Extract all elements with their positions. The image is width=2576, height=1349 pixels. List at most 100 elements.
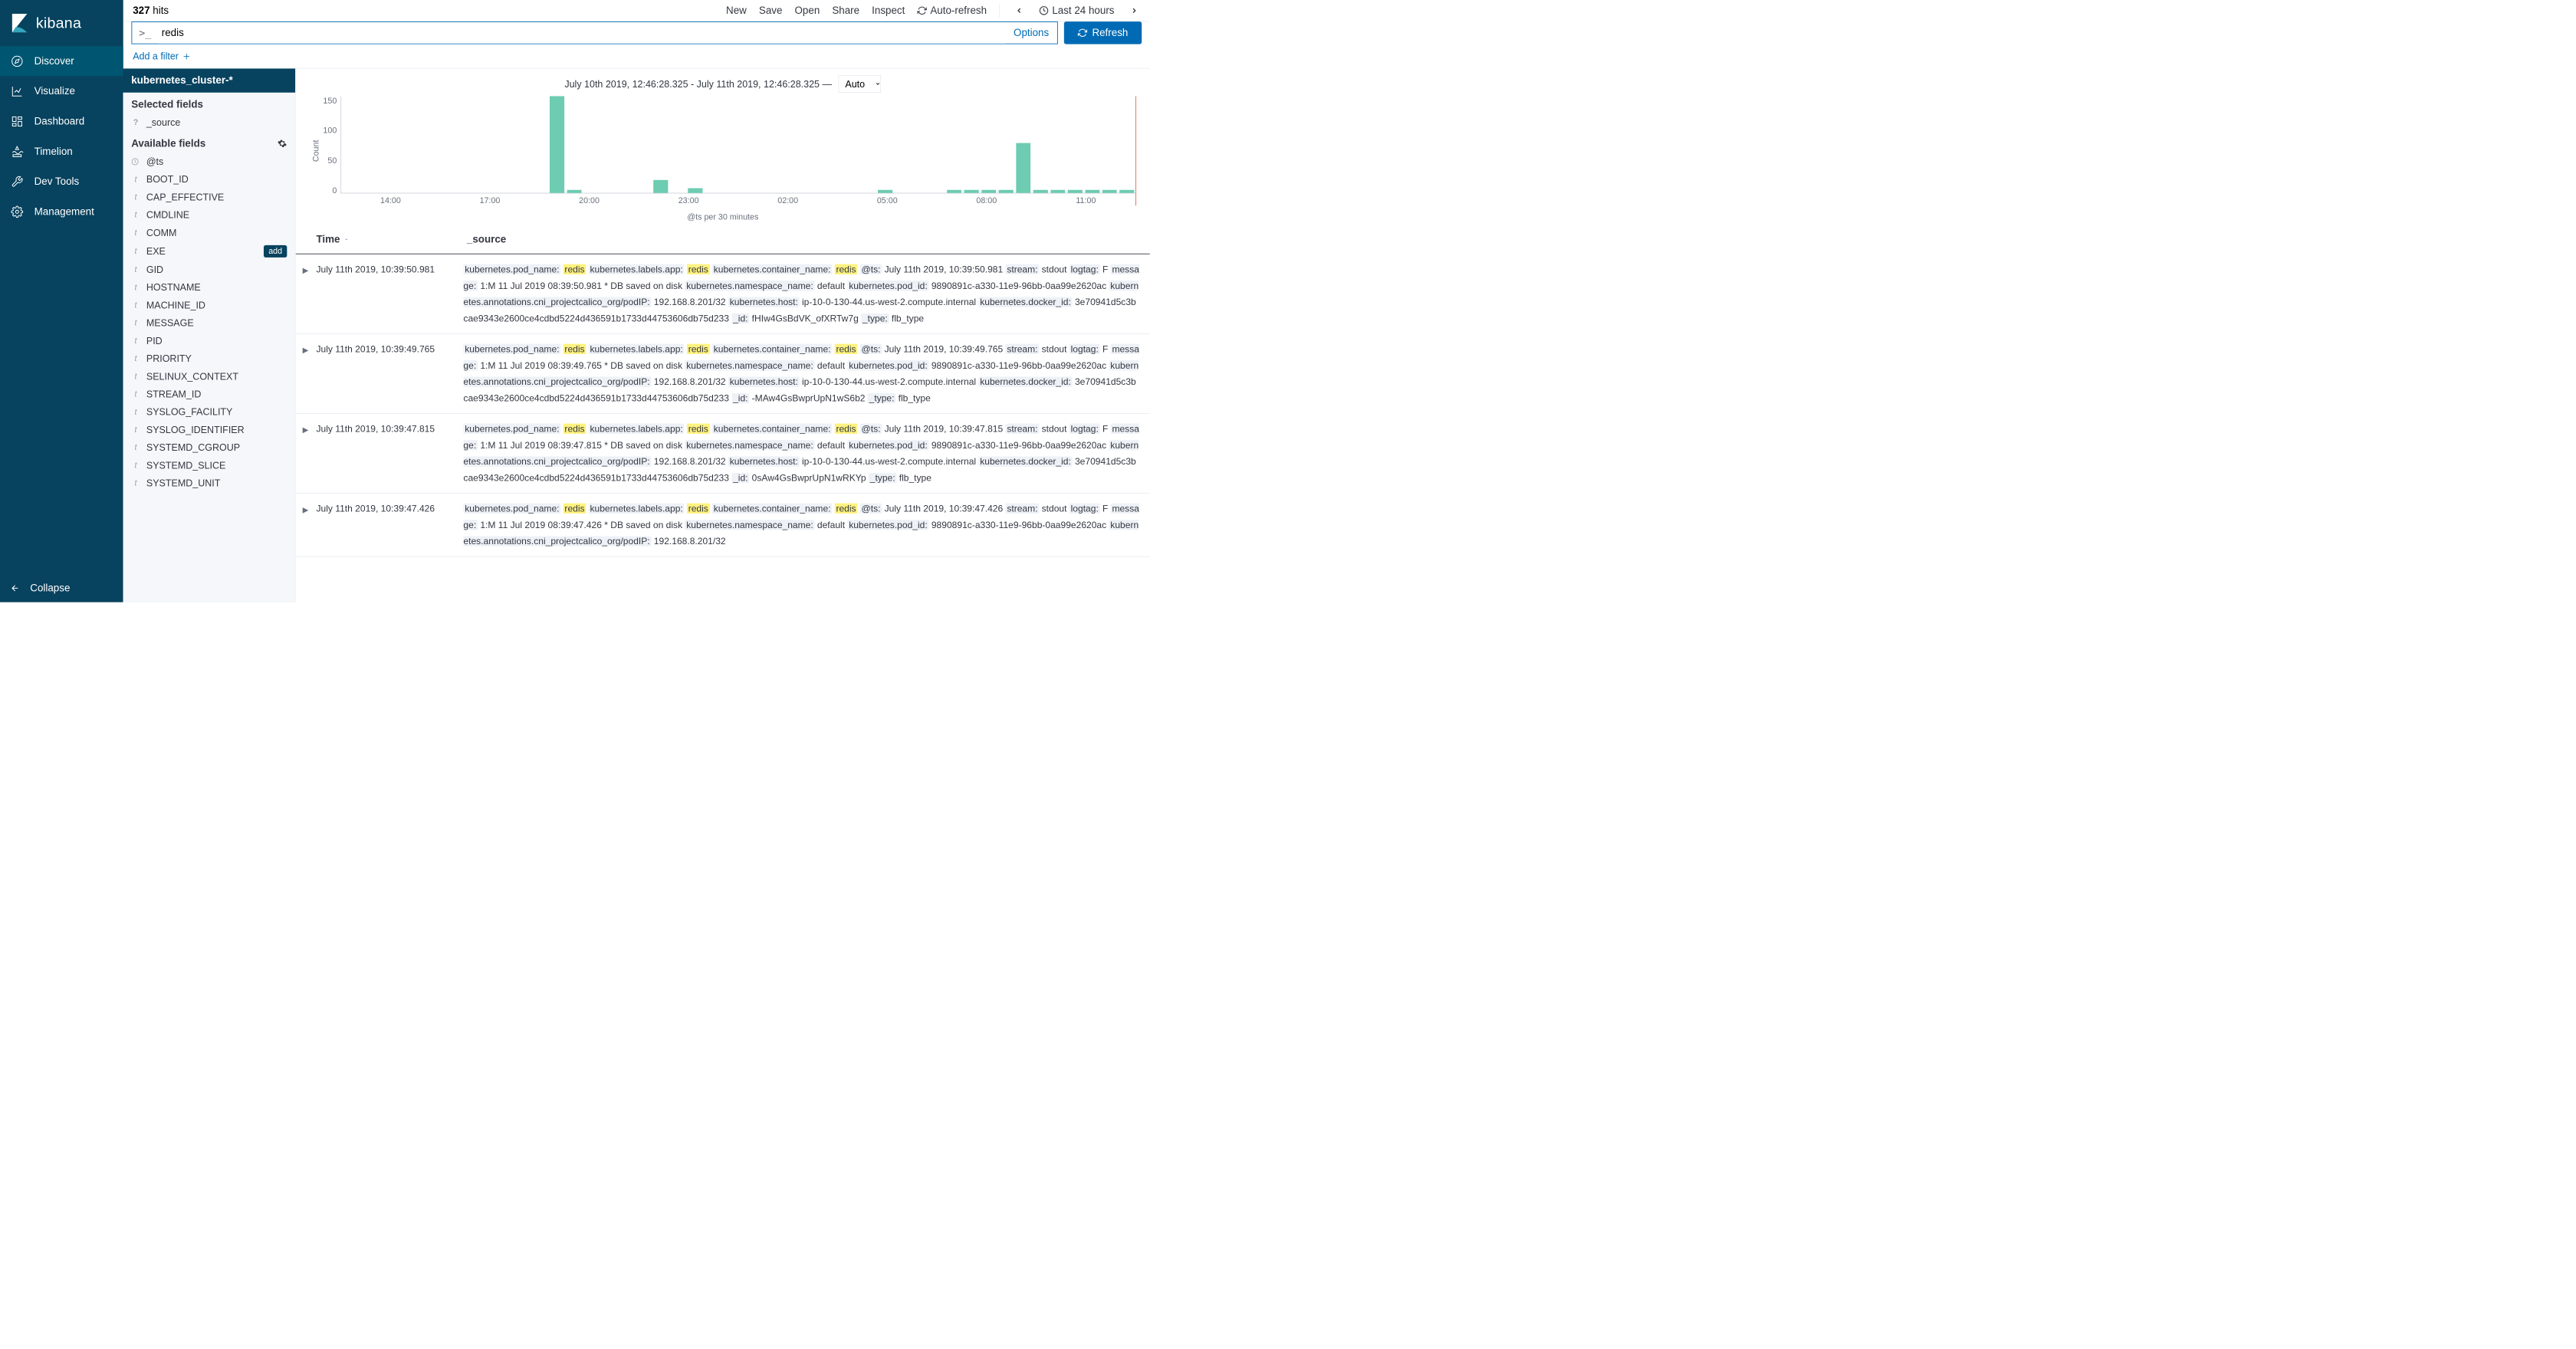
field-item-stream_id[interactable]: tSTREAM_ID [123,386,296,403]
doc-source: kubernetes.pod_name: redis kubernetes.la… [463,341,1149,407]
sidebar-item-visualize[interactable]: Visualize [0,77,123,107]
gear-icon[interactable] [278,139,287,148]
clock-icon [1039,6,1048,15]
add-field-button[interactable]: add [264,245,287,258]
expand-row-button[interactable]: ▶ [303,421,317,487]
chart-bar[interactable] [653,180,668,193]
field-type-icon: t [131,175,140,184]
sidebar-item-dashboard[interactable]: Dashboard [0,107,123,136]
column-source[interactable]: _source [463,234,1149,245]
field-item-cmdline[interactable]: tCMDLINE [123,206,296,224]
field-item-pid[interactable]: tPID [123,332,296,350]
expand-row-button[interactable]: ▶ [303,261,317,327]
field-item-syslog_identifier[interactable]: t SYSLOG_IDENTIFIER [123,421,296,438]
kibana-logo[interactable]: kibana [0,0,123,46]
interval-select[interactable]: Auto [839,75,881,93]
chart-header: July 10th 2019, 12:46:28.325 - July 11th… [296,68,1150,96]
index-pattern-selector[interactable]: kubernetes_cluster-* [123,68,296,92]
doc-source: kubernetes.pod_name: redis kubernetes.la… [463,261,1149,327]
chart-bar[interactable] [964,190,979,193]
nav-label: Discover [34,55,74,67]
sidebar-item-management[interactable]: Management [0,197,123,227]
nav-label: Dashboard [34,116,85,127]
field-name: SYSTEMD_SLICE [146,460,226,471]
top-bar: 327 hits New Save Open Share Inspect Aut… [123,0,1150,21]
chart-bar[interactable] [1016,143,1030,193]
field-name: GID [146,264,163,275]
sort-down-icon [343,236,350,242]
field-item-systemd_slice[interactable]: tSYSTEMD_SLICE [123,456,296,474]
auto-refresh-action[interactable]: Auto-refresh [917,5,987,16]
new-action[interactable]: New [726,5,747,16]
search-row: >_ Options Refresh [123,21,1150,49]
chart-bar[interactable] [1068,190,1083,193]
time-prev-button[interactable] [1012,6,1027,15]
inspect-action[interactable]: Inspect [872,5,905,16]
save-action[interactable]: Save [759,5,783,16]
chevron-left-icon [1015,6,1024,15]
chart-bar[interactable] [878,190,892,193]
refresh-button[interactable]: Refresh [1064,21,1142,44]
chart-bar[interactable] [688,189,702,193]
expand-row-button[interactable]: ▶ [303,501,317,550]
field-type-icon: t [131,210,140,219]
chart-bar[interactable] [1050,190,1065,193]
field-item-gid[interactable]: t GID [123,261,296,278]
sidebar-item-discover[interactable]: Discover [0,46,123,76]
time-next-button[interactable] [1127,6,1142,15]
chart-bar[interactable] [1085,190,1099,193]
field-item-syslog_facility[interactable]: tSYSLOG_FACILITY [123,403,296,421]
field-type-icon: t [131,425,140,434]
field-item-@ts[interactable]: @ts [123,153,296,170]
sidebar-nav: Discover Visualize Dashboard TimelionDev To… [0,46,123,227]
sidebar-item-dev-tools[interactable]: Dev Tools [0,166,123,196]
field-item-comm[interactable]: tCOMM [123,224,296,241]
doc-source: kubernetes.pod_name: redis kubernetes.la… [463,501,1149,550]
chart-bar[interactable] [1102,190,1117,193]
chart-bar[interactable] [981,190,996,193]
column-time[interactable]: Time [316,234,463,245]
field-type-icon: t [131,283,140,292]
field-name: SYSLOG_FACILITY [146,406,233,417]
available-fields-header: Available fields [123,131,296,153]
time-range-picker[interactable]: Last 24 hours [1039,5,1114,16]
field-item-systemd_cgroup[interactable]: tSYSTEMD_CGROUP [123,438,296,456]
field-item-message[interactable]: tMESSAGE [123,314,296,332]
field-item-machine_id[interactable]: tMACHINE_ID [123,297,296,314]
doc-source: kubernetes.pod_name: redis kubernetes.la… [463,421,1149,487]
sidebar: kibana Discover Visualize Dashboard Timelio… [0,0,123,602]
field-item-hostname[interactable]: tHOSTNAME [123,278,296,296]
field-type-icon: t [131,265,140,274]
field-item-cap_effective[interactable]: tCAP_EFFECTIVE [123,189,296,206]
plus-icon [182,53,190,61]
search-options-link[interactable]: Options [1005,27,1057,38]
add-filter-link[interactable]: Add a filter [123,49,1150,68]
chart-bar[interactable] [947,190,961,193]
open-action[interactable]: Open [795,5,820,16]
field-name: PRIORITY [146,353,192,364]
doc-time: July 11th 2019, 10:39:49.765 [316,341,463,407]
chart-bar[interactable] [1119,190,1134,193]
search-box[interactable]: >_ Options [131,21,1057,44]
field-item-priority[interactable]: tPRIORITY [123,350,296,367]
field-item-exe[interactable]: tEXEadd [123,241,296,261]
field-name: EXE [146,246,166,257]
expand-row-button[interactable]: ▶ [303,341,317,407]
search-input[interactable] [158,22,1005,44]
share-action[interactable]: Share [832,5,859,16]
chart-bar[interactable] [999,190,1014,193]
chart-bar[interactable] [1033,190,1048,193]
histogram-chart[interactable]: Count 150100500 14:0017:0020:0023:0002:0… [296,96,1150,212]
field-name: _source [146,117,180,128]
field-item-systemd_unit[interactable]: tSYSTEMD_UNIT [123,474,296,492]
chart-bar[interactable] [550,96,564,192]
field-name: SYSLOG_IDENTIFIER [146,425,245,435]
dev-tools-icon [10,175,24,189]
field-item-_source[interactable]: ?_source [123,113,296,131]
sidebar-item-timelion[interactable]: Timelion [0,136,123,166]
sidebar-collapse[interactable]: Collapse [0,574,123,602]
field-item-boot_id[interactable]: tBOOT_ID [123,170,296,188]
field-item-selinux_context[interactable]: tSELINUX_CONTEXT [123,367,296,385]
chart-bar[interactable] [567,190,582,193]
field-type-icon: t [131,389,140,399]
